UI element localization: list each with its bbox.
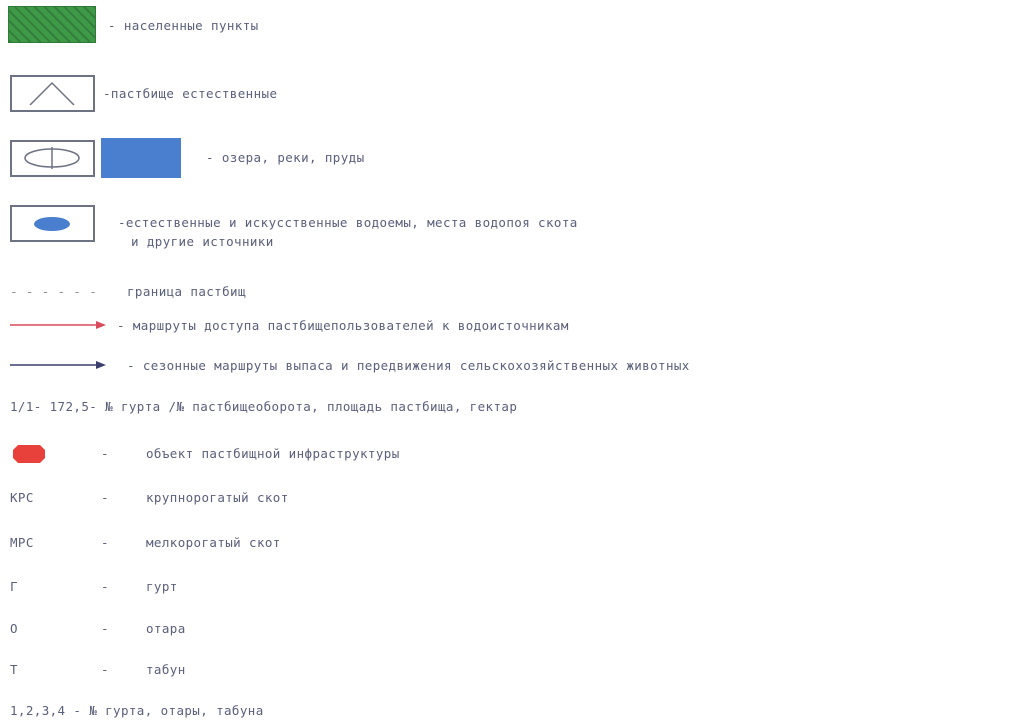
abbr-mrs: МРС	[10, 535, 34, 550]
pasture-natural-label: -пастбище естественные	[103, 86, 278, 101]
abbr-o-meaning: отара	[146, 621, 186, 636]
boundary-label: граница пастбищ	[127, 284, 246, 299]
abbr-t-meaning: табун	[146, 662, 186, 677]
abbr-g-meaning: гурт	[146, 579, 178, 594]
abbr-o-dash: -	[101, 621, 109, 636]
seasonal-routes-label: - сезонные маршруты выпаса и передвижени…	[127, 358, 690, 373]
herd-area-label: 1/1- 172,5- № гурта /№ пастбищеоборота, …	[10, 399, 518, 414]
waterbody-ellipse-icon	[34, 217, 70, 231]
abbr-g-dash: -	[101, 579, 109, 594]
abbr-g: Г	[10, 579, 18, 594]
numbering-label: 1,2,3,4 - № гурта, отары, табуна	[10, 703, 264, 718]
access-routes-label: - маршруты доступа пастбищепользователей…	[117, 318, 569, 333]
pasture-symbol-box	[10, 75, 95, 112]
water-blue-symbol	[101, 138, 181, 178]
abbr-mrs-dash: -	[101, 535, 109, 550]
abbr-mrs-meaning: мелкорогатый скот	[146, 535, 281, 550]
infrastructure-object-icon	[13, 445, 45, 463]
abbr-krs-dash: -	[101, 490, 109, 505]
access-route-arrow-icon	[10, 321, 106, 329]
lake-symbol-box	[10, 140, 95, 177]
abbr-krs-meaning: крупнорогатый скот	[146, 490, 289, 505]
waterbodies-label-line2: и другие источники	[131, 234, 274, 249]
map-legend: - населенные пункты -пастбище естественн…	[0, 0, 1011, 726]
seasonal-route-arrow-icon	[10, 361, 106, 369]
lakes-label: - озера, реки, пруды	[206, 150, 365, 165]
boundary-dashed-symbol: - - - - - -	[10, 284, 98, 299]
waterbodies-label-line1: -естественные и искусственные водоемы, м…	[118, 215, 578, 230]
infrastructure-dash: -	[101, 446, 109, 461]
infrastructure-label: объект пастбищной инфраструктуры	[146, 446, 400, 461]
waterbody-symbol-box	[10, 205, 95, 242]
settlement-hatched-symbol	[8, 6, 96, 43]
abbr-krs: КРС	[10, 490, 34, 505]
abbr-o: О	[10, 621, 18, 636]
lake-outline-icon	[24, 147, 80, 169]
abbr-t: Т	[10, 662, 18, 677]
settlements-label: - населенные пункты	[108, 18, 259, 33]
triangle-icon	[29, 81, 75, 106]
abbr-t-dash: -	[101, 662, 109, 677]
